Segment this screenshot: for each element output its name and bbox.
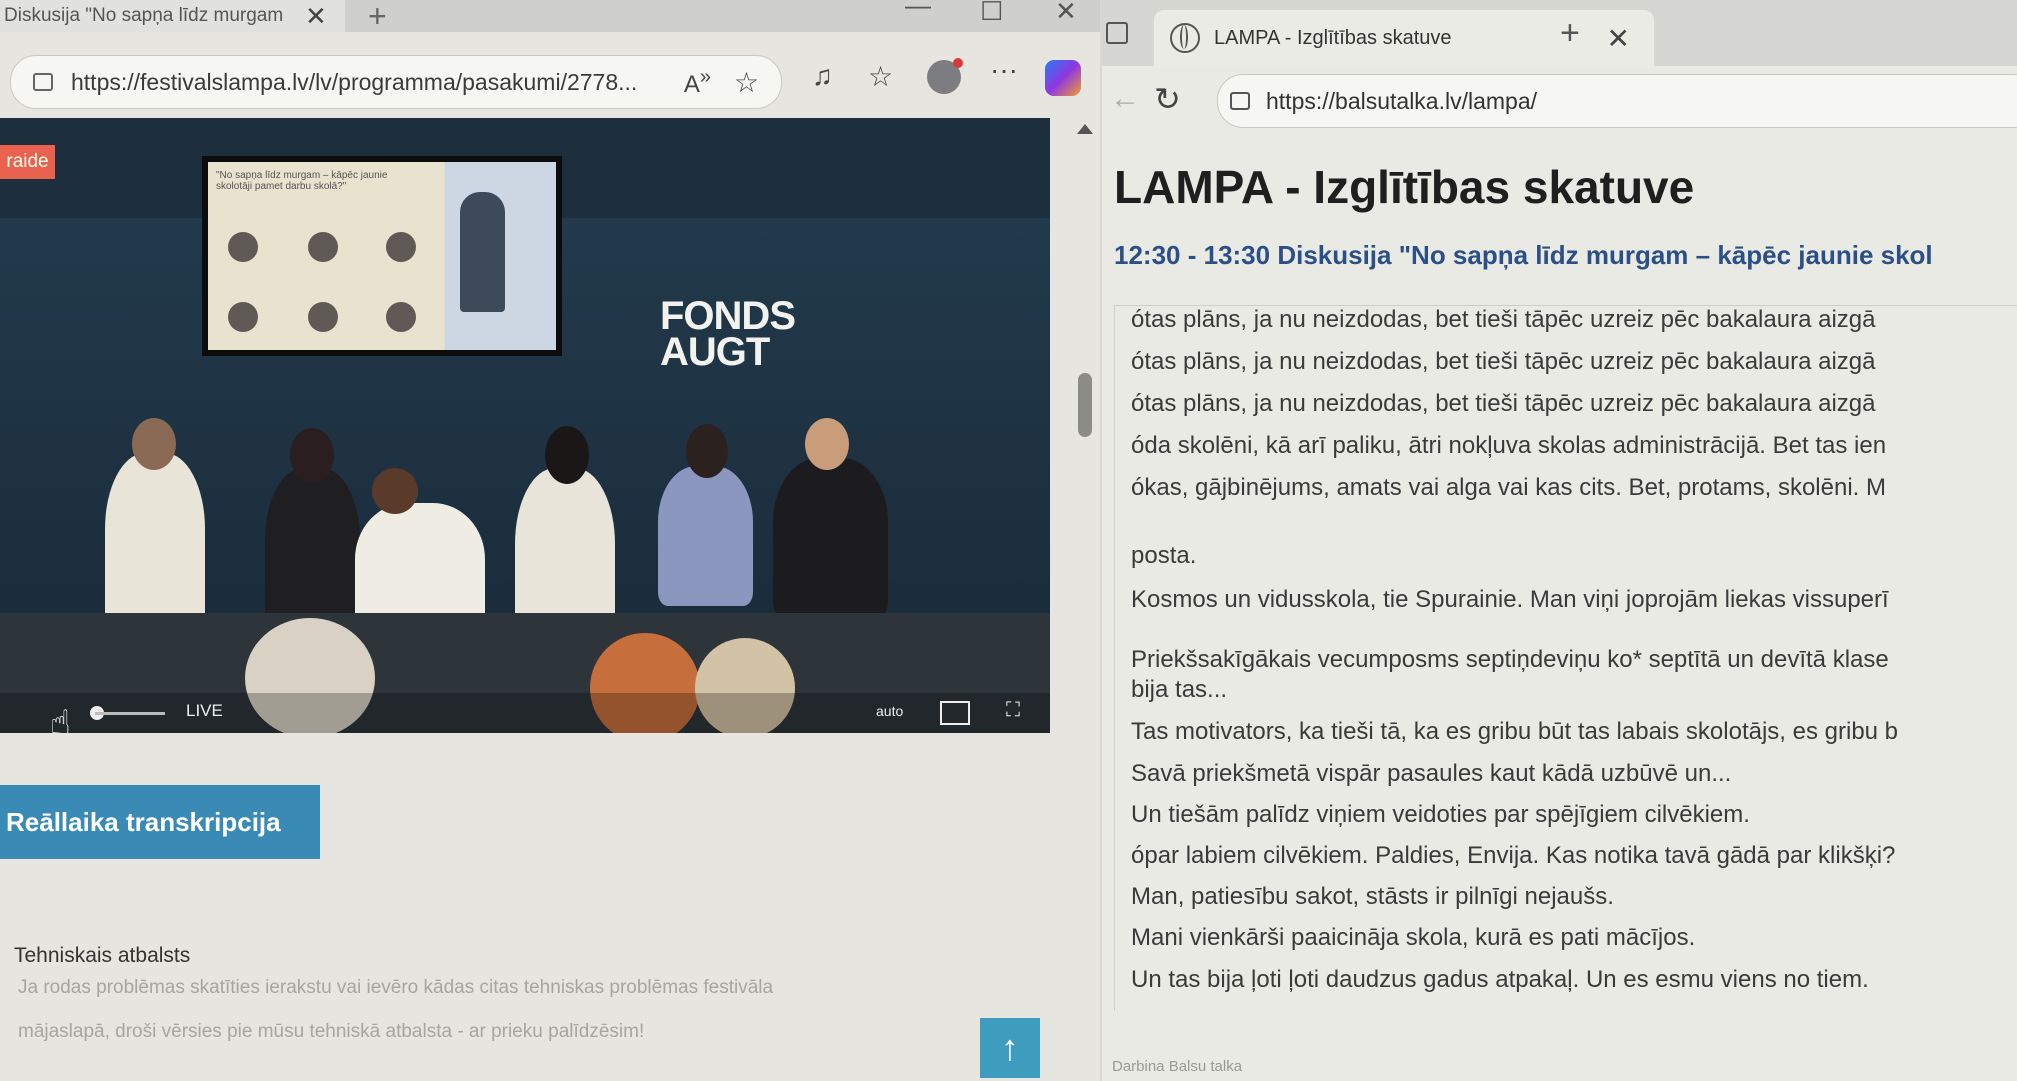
maximize-icon[interactable]: ☐ xyxy=(980,0,1003,27)
transcript-line: posta. xyxy=(1131,542,1197,569)
left-tab-strip: Diskusija "No sapņa līdz murgam ✕ + — ☐ … xyxy=(0,0,1100,35)
left-scrollbar[interactable] xyxy=(1075,118,1097,1081)
favorite-star-icon[interactable]: ☆ xyxy=(734,66,759,99)
lock-icon xyxy=(33,73,53,91)
fullscreen-icon[interactable]: ⛶ xyxy=(1006,699,1020,722)
close-tab-icon[interactable]: ✕ xyxy=(1607,22,1630,55)
transcript-panel[interactable]: ótas plāns, ja nu neizdodas, bet tieši t… xyxy=(1114,305,2017,1011)
left-browser-window: Diskusija "No sapņa līdz murgam ✕ + — ☐ … xyxy=(0,0,1100,1081)
hand-cursor-icon: ☝ xyxy=(50,704,71,733)
transcript-line: Savā priekšmetā vispār pasaules kaut kād… xyxy=(1131,760,1732,787)
scroll-to-top-button[interactable]: ↑ xyxy=(980,1018,1040,1078)
left-tab-title: Diskusija "No sapņa līdz murgam xyxy=(4,5,284,26)
transcript-line: ótas plāns, ja nu neizdodas, bet tieši t… xyxy=(1131,390,1876,417)
right-tab-strip: LAMPA - Izglītības skatuve ✕ + xyxy=(1102,0,2017,66)
scroll-thumb[interactable] xyxy=(1078,373,1092,437)
video-controls: LIVE auto ⛶ xyxy=(0,693,1050,733)
read-aloud-icon[interactable]: A» xyxy=(684,66,711,99)
tab-actions-icon[interactable] xyxy=(1106,22,1128,44)
stage-tv-screen: "No sapņa līdz murgam – kāpēc jaunie sko… xyxy=(202,156,562,356)
tech-support-text: Ja rodas problēmas skatīties ierakstu va… xyxy=(18,977,774,1042)
more-menu-icon[interactable]: ··· xyxy=(990,54,1018,86)
right-url: https://balsutalka.lv/lampa/ xyxy=(1266,87,1538,114)
live-indicator: LIVE xyxy=(186,701,223,720)
transcript-line: óda skolēni, kā arī paliku, ātri nokļuva… xyxy=(1131,432,1887,459)
live-badge: raide xyxy=(0,145,55,179)
left-address-bar[interactable]: https://festivalslampa.lv/lv/programma/p… xyxy=(10,55,782,109)
quality-setting[interactable]: auto xyxy=(876,703,903,719)
close-window-icon[interactable]: ✕ xyxy=(1055,0,1077,27)
realtime-transcript-button[interactable]: Reāllaika transkripcija xyxy=(0,785,320,859)
stage-logo: FONDS AUGT xyxy=(660,294,796,374)
picture-in-picture-icon[interactable] xyxy=(940,701,970,725)
panelist-6 xyxy=(773,458,888,618)
tv-screen-title: "No sapņa līdz murgam – kāpēc jaunie sko… xyxy=(216,170,388,192)
scroll-up-icon[interactable] xyxy=(1077,124,1093,134)
page-title: LAMPA - Izglītības skatuve xyxy=(1114,161,1695,213)
transcript-line: ótas plāns, ja nu neizdodas, bet tieši t… xyxy=(1131,306,1876,333)
copilot-icon[interactable] xyxy=(1045,60,1081,96)
new-tab-icon[interactable]: + xyxy=(1560,14,1580,53)
transcript-line: Kosmos un vidusskola, tie Spurainie. Man… xyxy=(1131,586,1889,613)
favorites-list-icon[interactable]: ☆ xyxy=(868,60,893,93)
close-tab-icon[interactable]: ✕ xyxy=(305,1,327,32)
lock-icon xyxy=(1230,92,1250,110)
profile-avatar[interactable] xyxy=(927,58,963,94)
tech-support-heading: Tehniskais atbalsts xyxy=(14,944,191,967)
session-heading: 12:30 - 13:30 Diskusija "No sapņa līdz m… xyxy=(1114,240,1933,270)
transcript-line: bija tas... xyxy=(1131,676,1228,703)
globe-icon xyxy=(1170,23,1200,53)
left-active-tab[interactable]: Diskusija "No sapņa līdz murgam ✕ xyxy=(0,0,345,32)
transcript-line: Man, patiesību sakot, stāsts ir pilnīgi … xyxy=(1131,883,1614,910)
back-arrow-icon[interactable]: ← xyxy=(1110,82,1140,116)
transcript-line: Un tiešām palīdz viņiem veidoties par sp… xyxy=(1131,801,1750,828)
right-browser-window: LAMPA - Izglītības skatuve ✕ + ← ↻ https… xyxy=(1102,0,2017,1081)
transcript-line: ótas plāns, ja nu neizdodas, bet tieši t… xyxy=(1131,348,1876,375)
volume-slider[interactable] xyxy=(95,712,165,715)
transcript-line: Mani vienkārši paaicināja skola, kurā es… xyxy=(1131,924,1696,951)
right-tab-title: LAMPA - Izglītības skatuve xyxy=(1214,26,1452,49)
media-control-icon[interactable]: ♫ xyxy=(812,60,833,92)
panelist-5 xyxy=(658,466,753,606)
footer-credit: Darbina Balsu talka xyxy=(1112,1058,1243,1075)
transcript-line: Tas motivators, ka tieši tā, ka es gribu… xyxy=(1131,718,1899,745)
minimize-icon[interactable]: — xyxy=(905,0,931,21)
transcript-line: ókas, gājbinējums, amats vai alga vai ka… xyxy=(1131,474,1886,501)
right-address-bar[interactable]: https://balsutalka.lv/lampa/ xyxy=(1217,74,2017,128)
reload-icon[interactable]: ↻ xyxy=(1154,80,1181,118)
transcript-line: ópar labiem cilvēkiem. Paldies, Envija. … xyxy=(1131,842,1896,869)
new-tab-icon[interactable]: + xyxy=(368,0,387,35)
transcript-line: Un tas bija ļoti ļoti daudzus gadus atpa… xyxy=(1131,966,1869,993)
left-url: https://festivalslampa.lv/lv/programma/p… xyxy=(71,68,638,95)
live-video-player[interactable]: "No sapņa līdz murgam – kāpēc jaunie sko… xyxy=(0,118,1050,733)
transcript-line: Priekšsakīgākais vecumposms septiņdeviņu… xyxy=(1131,646,1889,673)
